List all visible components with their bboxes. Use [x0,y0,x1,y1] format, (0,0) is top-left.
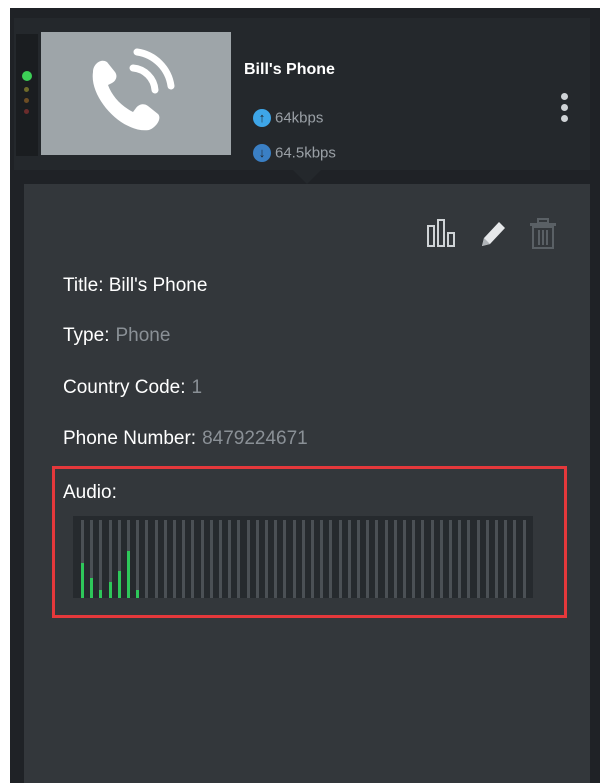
detail-country-label: Country Code: [63,377,186,398]
meter-bar [219,520,222,598]
meter-bar [412,520,416,598]
upload-rate-value: 64kbps [275,109,324,127]
more-options-icon[interactable] [557,93,571,129]
meter-bar [320,520,324,598]
meter-bar [292,520,296,598]
meter-bar [200,520,204,598]
phone-ringing-icon [92,48,175,131]
detail-type: Type: Phone [63,325,170,347]
detail-country-code: Country Code: 1 [63,377,202,399]
meter-bar [449,520,452,598]
trash-icon[interactable] [526,217,560,256]
arrow-up-icon: ↑ [253,109,271,128]
detail-country-value: 1 [191,377,203,398]
status-dot [24,109,29,114]
meter-bar [495,520,498,598]
meter-bar [99,520,103,598]
status-dot-active [22,71,32,81]
meter-bar [347,520,351,598]
meter-bar [246,520,250,598]
download-rate: ↓ 64.5kbps [253,144,336,163]
detail-phone-number: Phone Number: 8479224671 [63,428,308,450]
detail-phone-value: 8479224671 [202,428,308,449]
meter-level [81,563,84,598]
meter-bar [467,520,471,598]
meter-bar [329,520,333,598]
meter-level [99,590,103,598]
status-dot [24,98,29,103]
detail-title-label: Title: [63,275,104,296]
meter-bar [283,520,287,598]
meter-level [136,590,140,598]
meter-level [117,571,121,598]
download-rate-value: 64.5kbps [275,144,336,162]
meter-bar [393,520,397,598]
upload-rate: ↑ 64kbps [253,109,324,128]
detail-phone-label: Phone Number: [63,428,197,449]
meter-bar [191,520,195,598]
meter-bar [163,520,167,598]
meter-bar [136,520,140,598]
status-indicator [16,34,38,156]
meter-bar [504,520,508,598]
meter-bar [366,520,370,598]
meter-bar [145,520,149,598]
meter-bar [439,520,443,598]
meter-bar [301,520,305,598]
meter-bar [485,520,489,598]
detail-title-value: Bill's Phone [108,275,208,296]
arrow-down-icon: ↓ [253,144,271,163]
meter-bar [357,520,360,598]
device-thumbnail[interactable] [41,32,231,155]
detail-title: Title: Bill's Phone [63,275,207,297]
meter-bar [458,520,462,598]
meter-bar [173,520,176,598]
pencil-icon[interactable] [478,217,508,254]
meter-bar [403,520,406,598]
meter-bar [384,520,388,598]
meter-level [108,582,112,598]
meter-bar [209,520,213,598]
meter-bar [430,520,434,598]
status-dot [24,87,29,92]
detail-type-label: Type: [63,325,110,346]
meter-bar [274,520,278,598]
meter-level [90,578,94,598]
meter-bar [228,520,232,598]
meter-bar [237,520,241,598]
meter-bar [421,520,425,598]
meter-bar [338,520,342,598]
meter-bar [513,520,517,598]
meter-bar [265,520,268,598]
panel-pointer [293,170,321,184]
audio-level-meter [73,516,533,598]
meter-bar [476,520,480,598]
bar-chart-icon[interactable] [425,217,459,254]
meter-level [127,551,130,598]
meter-bar [375,520,379,598]
meter-bar [522,520,526,598]
device-title: Bill's Phone [244,61,335,78]
meter-bar [311,520,314,598]
meter-bar [154,520,158,598]
detail-type-value: Phone [115,325,171,346]
meter-bar [182,520,186,598]
meter-bar [255,520,259,598]
